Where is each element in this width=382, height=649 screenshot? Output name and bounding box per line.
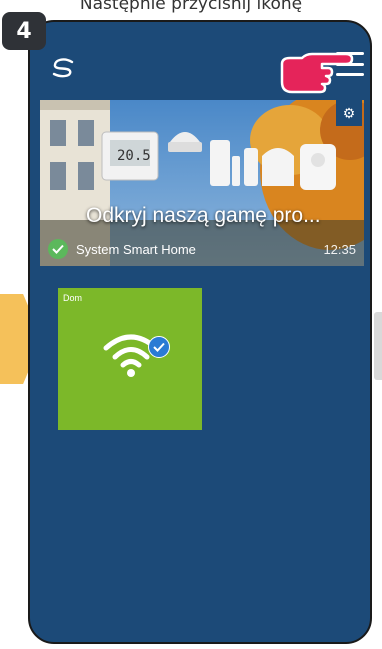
gear-icon[interactable]: ⚙ — [336, 100, 362, 126]
check-circle-icon — [48, 239, 68, 259]
phone-screen: 20.5 ⚙ Odkryj naszą gamę pro... System S… — [28, 20, 372, 644]
device-tile-dom[interactable]: Dom — [58, 288, 202, 430]
thermostat-display: 20.5 — [117, 148, 151, 164]
step-number-badge: 4 — [2, 12, 46, 50]
pointing-hand-icon — [280, 52, 354, 94]
instruction-caption: Następnie przyciśnij ikonę — [79, 0, 303, 14]
banner-time: 12:35 — [323, 241, 356, 257]
check-badge-icon — [148, 336, 170, 358]
tile-label: Dom — [63, 293, 83, 303]
banner-footer: System Smart Home 12:35 — [40, 232, 364, 266]
banner-subtitle: System Smart Home — [76, 241, 196, 257]
next-page-tab — [374, 312, 382, 380]
salus-logo-icon — [52, 58, 74, 78]
promo-banner[interactable]: 20.5 ⚙ Odkryj naszą gamę pro... System S… — [40, 100, 364, 266]
banner-title: Odkryj naszą gamę pro... — [86, 204, 321, 227]
